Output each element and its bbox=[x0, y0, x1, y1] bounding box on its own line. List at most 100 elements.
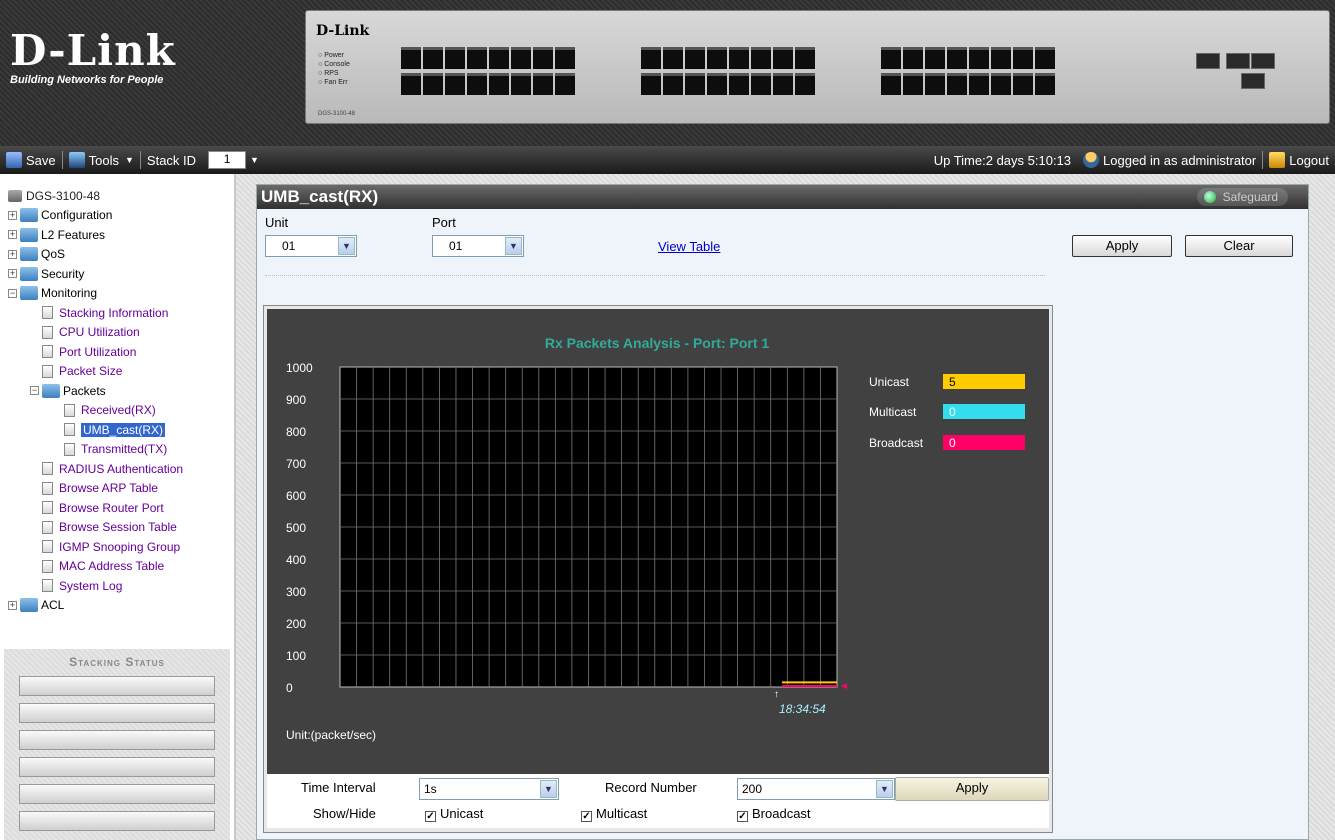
tree-security[interactable]: + Security bbox=[8, 264, 234, 284]
y-tick-label: 700 bbox=[286, 457, 306, 471]
tree-monitoring[interactable]: − Monitoring bbox=[8, 284, 234, 304]
tools-menu[interactable]: Tools ▼ bbox=[63, 146, 140, 174]
y-tick-label: 500 bbox=[286, 521, 306, 535]
page-title: UMB_cast(RX) Safeguard bbox=[257, 185, 1308, 209]
tree-radius-authentication[interactable]: RADIUS Authentication bbox=[8, 459, 234, 479]
tree-transmitted-tx[interactable]: Transmitted(TX) bbox=[8, 440, 234, 460]
expand-icon: + bbox=[8, 248, 17, 259]
sfp-port[interactable] bbox=[1196, 53, 1220, 69]
device-model: DGS-3100-48 bbox=[318, 111, 356, 117]
checkbox-checked-icon: ✓ bbox=[737, 811, 748, 822]
sfp-port[interactable] bbox=[1251, 53, 1275, 69]
page-icon bbox=[42, 520, 53, 534]
unit-select[interactable]: 01 ▼ bbox=[265, 235, 357, 257]
stack-unit[interactable] bbox=[19, 757, 215, 777]
chevron-down-icon: ▼ bbox=[125, 155, 134, 165]
folder-icon bbox=[20, 247, 38, 262]
tree-umb-cast-rx[interactable]: UMB_cast(RX) bbox=[8, 420, 234, 440]
tree-cpu-utilization[interactable]: CPU Utilization bbox=[8, 323, 234, 343]
legend-label-multicast: Multicast bbox=[869, 405, 917, 419]
logout-icon bbox=[1269, 152, 1286, 168]
switch-icon bbox=[8, 189, 22, 202]
tree-port-utilization[interactable]: Port Utilization bbox=[8, 342, 234, 362]
record-number-select[interactable]: 200 ▼ bbox=[737, 778, 895, 800]
page-icon bbox=[42, 345, 53, 359]
save-button[interactable]: Save bbox=[0, 146, 62, 174]
chevron-down-icon[interactable]: ▼ bbox=[540, 780, 557, 798]
stack-unit[interactable] bbox=[19, 784, 215, 804]
page-icon bbox=[42, 559, 53, 573]
tree-igmp-snooping-group[interactable]: IGMP Snooping Group bbox=[8, 537, 234, 557]
time-interval-select[interactable]: 1s ▼ bbox=[419, 778, 559, 800]
tree-qos[interactable]: + QoS bbox=[8, 245, 234, 265]
toolbar: Save Tools ▼ Stack ID 1 ▼ Up Time:2 days… bbox=[0, 146, 1335, 174]
tree-root[interactable]: DGS-3100-48 bbox=[8, 186, 234, 206]
y-tick-label: 300 bbox=[286, 585, 306, 599]
save-icon bbox=[6, 152, 22, 168]
page-icon bbox=[42, 481, 53, 495]
logout-button[interactable]: Logout bbox=[1263, 146, 1335, 174]
expand-icon: + bbox=[8, 599, 17, 610]
stack-id-select[interactable]: 1 bbox=[208, 151, 247, 169]
chevron-down-icon[interactable]: ▼ bbox=[505, 237, 522, 255]
collapse-icon: − bbox=[8, 287, 17, 298]
rx-packets-chart: Rx Packets Analysis - Port: Port 1 1000 90… bbox=[267, 309, 1049, 774]
tree-received-rx[interactable]: Received(RX) bbox=[8, 401, 234, 421]
page-icon bbox=[42, 364, 53, 378]
sfp-port[interactable] bbox=[1226, 53, 1250, 69]
stack-unit[interactable] bbox=[19, 703, 215, 723]
uptime: Up Time:2 days 5:10:13 bbox=[933, 152, 1072, 168]
port-group-2[interactable] bbox=[641, 47, 815, 95]
broadcast-checkbox[interactable]: ✓ Broadcast bbox=[737, 806, 811, 822]
tree-l2-features[interactable]: + L2 Features bbox=[8, 225, 234, 245]
collapse-icon: − bbox=[30, 385, 39, 396]
tree-system-log[interactable]: System Log bbox=[8, 576, 234, 596]
tree-mac-address-table[interactable]: MAC Address Table bbox=[8, 557, 234, 577]
port-select[interactable]: 01 ▼ bbox=[432, 235, 524, 257]
chevron-down-icon[interactable]: ▼ bbox=[876, 780, 893, 798]
expand-icon: + bbox=[8, 229, 17, 240]
legend-value-broadcast: 0 bbox=[949, 436, 956, 450]
safeguard-indicator: Safeguard bbox=[1196, 188, 1288, 206]
port-group-3[interactable] bbox=[881, 47, 1055, 95]
logo-tagline: Building Networks for People bbox=[10, 74, 164, 86]
device-front-panel: D-Link ○ Power ○ Console ○ RPS ○ Fan Err… bbox=[305, 10, 1330, 124]
tree-acl[interactable]: + ACL bbox=[8, 596, 234, 616]
header-banner: D-Link Building Networks for People D-Li… bbox=[0, 0, 1335, 146]
tree-browse-session-table[interactable]: Browse Session Table bbox=[8, 518, 234, 538]
folder-icon bbox=[20, 598, 38, 613]
chart-apply-button[interactable]: Apply bbox=[895, 777, 1049, 801]
y-tick-label: 200 bbox=[286, 617, 306, 631]
stacking-status-title: Stacking Status bbox=[69, 655, 165, 669]
y-tick-label: 900 bbox=[286, 393, 306, 407]
page-icon bbox=[42, 540, 53, 554]
unicast-checkbox[interactable]: ✓ Unicast bbox=[425, 806, 483, 822]
tree-configuration[interactable]: + Configuration bbox=[8, 206, 234, 226]
tree-browse-arp-table[interactable]: Browse ARP Table bbox=[8, 479, 234, 499]
y-tick-label: 800 bbox=[286, 425, 306, 439]
tree-browse-router-port[interactable]: Browse Router Port bbox=[8, 498, 234, 518]
tree-packet-size[interactable]: Packet Size bbox=[8, 362, 234, 382]
multicast-checkbox[interactable]: ✓ Multicast bbox=[581, 806, 647, 822]
tree-stacking-information[interactable]: Stacking Information bbox=[8, 303, 234, 323]
page-icon bbox=[64, 423, 75, 437]
sfp-port[interactable] bbox=[1241, 73, 1265, 89]
page-icon bbox=[42, 462, 53, 476]
divider bbox=[265, 275, 1045, 276]
stack-unit[interactable] bbox=[19, 676, 215, 696]
chevron-down-icon[interactable]: ▼ bbox=[338, 237, 355, 255]
port-group-1[interactable] bbox=[401, 47, 575, 95]
series-end-marker: ◄ bbox=[839, 681, 849, 692]
page-icon bbox=[42, 579, 53, 593]
view-table-link[interactable]: View Table bbox=[658, 239, 720, 254]
stack-unit[interactable] bbox=[19, 811, 215, 831]
legend-value-unicast: 5 bbox=[949, 375, 956, 389]
folder-icon bbox=[20, 208, 38, 223]
clear-button[interactable]: Clear bbox=[1185, 235, 1293, 257]
tree-packets[interactable]: − Packets bbox=[8, 381, 234, 401]
chevron-down-icon[interactable]: ▼ bbox=[250, 155, 259, 165]
chart-title: Rx Packets Analysis - Port: Port 1 bbox=[545, 335, 770, 351]
stack-unit[interactable] bbox=[19, 730, 215, 750]
apply-button[interactable]: Apply bbox=[1072, 235, 1172, 257]
y-tick-label: 400 bbox=[286, 553, 306, 567]
